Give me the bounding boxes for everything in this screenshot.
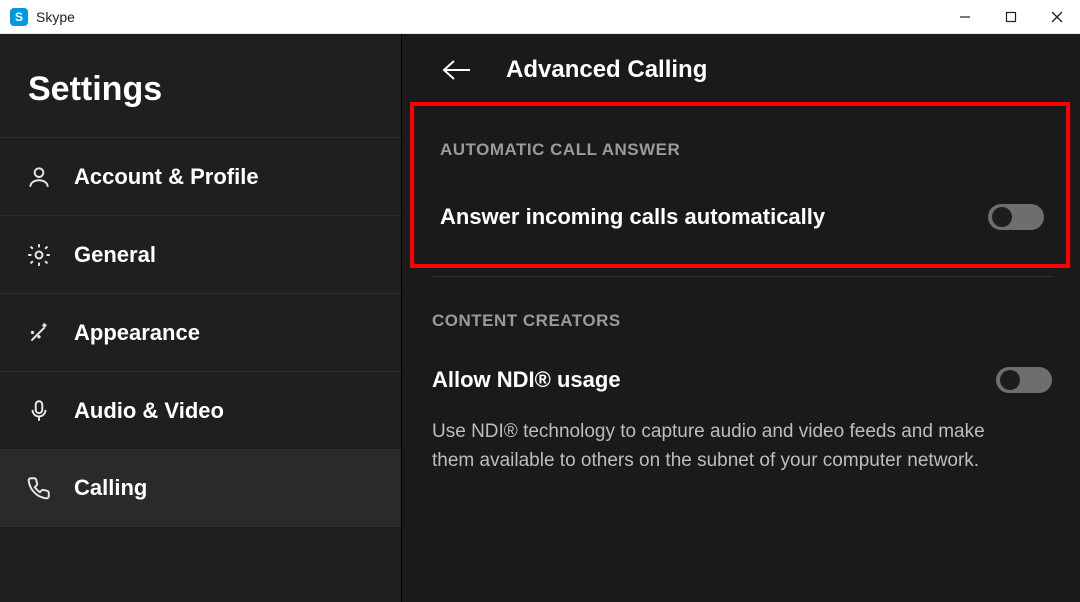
window-minimize-button[interactable]	[942, 0, 988, 34]
user-icon	[22, 164, 56, 190]
settings-sidebar: Settings Account & Profile General Appea…	[0, 34, 402, 602]
sidebar-item-calling[interactable]: Calling	[0, 449, 401, 527]
back-button[interactable]	[442, 59, 482, 81]
toggle-knob	[992, 207, 1012, 227]
section-content-creators: CONTENT CREATORS Allow NDI® usage Use ND…	[402, 277, 1080, 476]
window-title: Skype	[36, 9, 75, 25]
mic-icon	[22, 398, 56, 424]
toggle-ndi[interactable]	[996, 367, 1052, 393]
section-header-auto-answer: AUTOMATIC CALL ANSWER	[440, 140, 1048, 160]
sidebar-item-account-profile[interactable]: Account & Profile	[0, 137, 401, 215]
sidebar-item-general[interactable]: General	[0, 215, 401, 293]
setting-row-auto-answer: Answer incoming calls automatically	[436, 204, 1048, 230]
sidebar-title: Settings	[0, 34, 401, 137]
setting-description-ndi: Use NDI® technology to capture audio and…	[432, 417, 1022, 476]
sidebar-item-label: Account & Profile	[74, 164, 259, 190]
sidebar-item-label: Calling	[74, 475, 147, 501]
sidebar-item-label: General	[74, 242, 156, 268]
skype-logo-icon: S	[10, 8, 28, 26]
gear-icon	[22, 242, 56, 268]
main-header: Advanced Calling	[402, 52, 1080, 102]
sidebar-item-label: Appearance	[74, 320, 200, 346]
sidebar-item-audio-video[interactable]: Audio & Video	[0, 371, 401, 449]
annotation-highlight-box: AUTOMATIC CALL ANSWER Answer incoming ca…	[410, 102, 1070, 268]
toggle-auto-answer[interactable]	[988, 204, 1044, 230]
main-pane: Advanced Calling AUTOMATIC CALL ANSWER A…	[402, 34, 1080, 602]
setting-row-ndi: Allow NDI® usage	[432, 367, 1052, 393]
phone-icon	[22, 475, 56, 501]
sidebar-item-appearance[interactable]: Appearance	[0, 293, 401, 371]
toggle-knob	[1000, 370, 1020, 390]
page-title: Advanced Calling	[506, 56, 707, 84]
window-titlebar: S Skype	[0, 0, 1080, 34]
setting-label-ndi: Allow NDI® usage	[432, 367, 621, 393]
sidebar-item-label: Audio & Video	[74, 398, 224, 424]
window-close-button[interactable]	[1034, 0, 1080, 34]
section-header-content-creators: CONTENT CREATORS	[432, 311, 1052, 331]
window-maximize-button[interactable]	[988, 0, 1034, 34]
wand-icon	[22, 320, 56, 346]
setting-label-auto-answer: Answer incoming calls automatically	[440, 204, 825, 230]
